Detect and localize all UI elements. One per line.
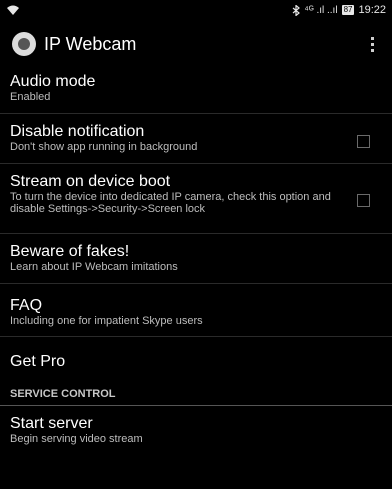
setting-audio-mode[interactable]: Audio mode Enabled	[0, 68, 392, 113]
setting-summary: Begin serving video stream	[10, 433, 143, 445]
setting-title: Disable notification	[10, 123, 145, 140]
app-logo-icon	[12, 32, 36, 56]
setting-title: Get Pro	[10, 353, 66, 370]
setting-faq[interactable]: FAQ Including one for impatient Skype us…	[0, 283, 392, 336]
setting-title: FAQ	[10, 297, 43, 314]
setting-disable-notification[interactable]: Disable notification Don't show app runn…	[0, 113, 392, 163]
setting-stream-on-boot[interactable]: Stream on device boot To turn the device…	[0, 163, 392, 233]
system-icons: ⁴ᴳ .ıl ..ıl 87 19:22	[292, 4, 386, 16]
setting-summary: To turn the device into dedicated IP cam…	[10, 191, 331, 215]
screen: ⁴ᴳ .ıl ..ıl 87 19:22 IP Webcam Audio mod…	[0, 0, 392, 489]
setting-get-pro[interactable]: Get Pro	[0, 336, 392, 382]
setting-title: Beware of fakes!	[10, 243, 130, 260]
stream-on-boot-checkbox[interactable]	[357, 194, 370, 207]
setting-title: Start server	[10, 415, 93, 432]
battery-indicator: 87	[341, 5, 355, 15]
section-header-service-control: SERVICE CONTROL	[0, 382, 392, 406]
app-title: IP Webcam	[44, 33, 137, 54]
status-bar: ⁴ᴳ .ıl ..ıl 87 19:22	[0, 0, 392, 20]
notification-area	[6, 4, 20, 16]
overflow-menu-icon[interactable]	[360, 32, 384, 56]
settings-list: Audio mode Enabled Disable notification …	[0, 68, 392, 456]
app-bar: IP Webcam	[0, 22, 392, 66]
setting-summary: Don't show app running in background	[10, 141, 198, 153]
app-notification-icon	[7, 5, 19, 15]
setting-summary: Including one for impatient Skype users	[10, 315, 203, 327]
setting-beware-of-fakes[interactable]: Beware of fakes! Learn about IP Webcam i…	[0, 233, 392, 283]
setting-title: Stream on device boot	[10, 173, 171, 190]
clock: 19:22	[358, 4, 386, 16]
setting-title: Audio mode	[10, 73, 96, 90]
setting-summary: Enabled	[10, 91, 51, 103]
bluetooth-icon	[293, 4, 301, 16]
start-server-item[interactable]: Start server Begin serving video stream	[0, 406, 392, 456]
setting-summary: Learn about IP Webcam imitations	[10, 261, 178, 273]
signal-indicators: ⁴ᴳ .ıl ..ıl	[304, 4, 338, 16]
disable-notification-checkbox[interactable]	[357, 135, 370, 148]
